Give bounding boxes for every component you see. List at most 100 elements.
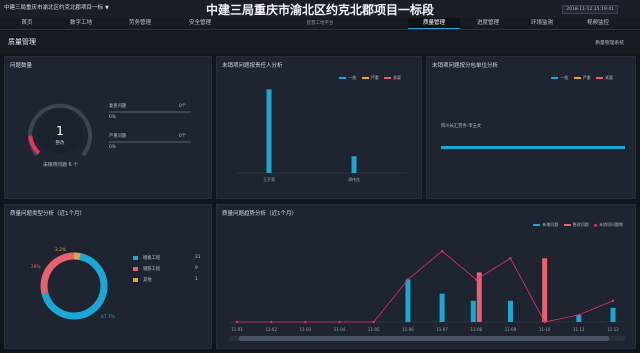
x-tick-label: 11-10 xyxy=(539,327,551,332)
donut-slice xyxy=(40,252,75,295)
gauge-value: 1 xyxy=(56,124,64,138)
unresolved-point xyxy=(577,313,581,317)
person-chart-panel: 未销项问题按责任人分析 一般 严重 紧要 王开荣 谭伟良 xyxy=(216,56,422,199)
unit-bar-fill xyxy=(441,146,625,149)
x-tick-label: 11-05 xyxy=(368,327,380,332)
person-bar-chart: 王开荣 谭伟良 xyxy=(237,89,407,182)
nav-item-progress[interactable]: 进度管理 xyxy=(462,18,514,29)
panel-title: 质量问题类型分析（近1个月） xyxy=(10,211,86,217)
new-issue-bar xyxy=(439,293,445,322)
serious-pct: 0% xyxy=(109,145,116,150)
unresolved-point xyxy=(475,278,478,281)
unresolved-point xyxy=(269,320,273,324)
trend-combo-chart: 11-01 11-02 11-03 11-04 11-05 11-06 11-07 11-08… xyxy=(229,249,625,332)
nav-item-quality[interactable]: 质量管理 xyxy=(408,18,460,29)
nav-item-safety[interactable]: 安全管理 xyxy=(170,18,230,29)
gauge-fill xyxy=(28,135,41,155)
x-tick-label: 11-12 xyxy=(607,327,619,332)
new-issue-bar xyxy=(405,279,411,322)
pct-label-formwork: 67.7% xyxy=(101,315,115,320)
x-tick-label: 11-07 xyxy=(436,327,448,332)
unresolved-point xyxy=(440,249,444,253)
new-issue-bar xyxy=(507,300,513,322)
nav-item-home[interactable]: 首页 xyxy=(2,18,52,29)
nav-item-labor[interactable]: 劳务管理 xyxy=(110,18,170,29)
gauge-label: 整改 xyxy=(56,139,65,146)
x-tick-label: 11-06 xyxy=(402,327,414,332)
unresolved-point xyxy=(304,320,307,324)
recheck-pct: 0% xyxy=(109,115,116,120)
unresolved-point xyxy=(372,320,375,324)
panel-title: 问题数量 xyxy=(10,63,33,69)
legend-swatch xyxy=(133,278,138,282)
pct-label-rebar: 29% xyxy=(31,265,41,270)
top-bar: 中建三局重庆市渝北区约克北郡项目一标 ▼ 中建三局重庆市渝北区约克北郡项目一标段 … xyxy=(0,0,640,18)
trend-chart-panel: 质量问题趋势分析（近1个月） 新增问题 整改问题 未销项问题数 11-01 11-… xyxy=(216,204,636,349)
x-tick-label: 11-01 xyxy=(231,327,243,332)
unresolved-point xyxy=(338,320,341,324)
x-tick-label: 11-03 xyxy=(300,327,312,332)
legend-label: 紧要 xyxy=(605,75,613,80)
platform-label: 智慧工地平台 xyxy=(306,21,334,26)
unresolved-point xyxy=(509,257,512,260)
panel-title: 未销项问题按分包单位分析 xyxy=(432,63,499,69)
legend-swatch xyxy=(573,77,581,79)
x-tick-label: 11-09 xyxy=(505,327,517,332)
legend-label: 严重 xyxy=(582,75,591,80)
unresolved-point xyxy=(406,278,410,281)
person-bar xyxy=(266,89,272,173)
legend-value: 1 xyxy=(195,277,198,282)
rectified-issue-bar xyxy=(476,272,482,322)
person-bar xyxy=(351,156,357,173)
unresolved-point xyxy=(543,320,546,324)
page-title: 质量管理 xyxy=(8,38,36,46)
page-subtitle: 质量管理系统 xyxy=(595,41,624,46)
recheck-count: 0个 xyxy=(179,104,187,109)
serious-bar xyxy=(109,141,191,143)
new-issue-bar xyxy=(610,307,616,322)
nav-item-digital-site[interactable]: 数字工地 xyxy=(52,18,110,29)
issue-gauge: 1 整改 xyxy=(28,103,92,157)
x-tick-label: 11-02 xyxy=(265,327,277,332)
issue-count-panel: 问题数量 1 整改 未销项问题 6 个 复查问题 0个 0% 严重问题 0个 0… xyxy=(4,56,212,199)
x-tick-label: 谭伟良 xyxy=(348,176,360,182)
recheck-label: 复查问题 xyxy=(109,104,127,109)
nav-item-environment[interactable]: 环境监测 xyxy=(516,18,568,29)
unresolved-point xyxy=(611,299,615,302)
legend-label: 钢筋工程 xyxy=(143,267,161,272)
nav-item-video[interactable]: 视频监控 xyxy=(570,18,626,29)
x-tick-label: 11-08 xyxy=(470,327,482,332)
donut-slice xyxy=(73,252,81,261)
legend-value: 9 xyxy=(195,266,198,271)
legend-label: 模板工程 xyxy=(143,256,161,261)
unresolved-line xyxy=(237,250,614,323)
unit-label: 四川长汇劳务-李玉文 xyxy=(441,124,482,129)
type-chart-panel: 质量问题类型分析（近1个月） 3.2% 29% 67.7% 模板工程 21 钢筋… xyxy=(4,204,212,349)
x-tick-label: 王开荣 xyxy=(263,176,275,182)
page-header: 质量管理 质量管理系统 xyxy=(0,31,640,53)
main-title: 中建三局重庆市渝北区约克北郡项目一标段 xyxy=(205,3,434,17)
chart-scrollbar[interactable] xyxy=(229,336,625,341)
main-nav: 首页 数字工地 劳务管理 安全管理 智慧工地平台 质量管理 进度管理 环境监测 … xyxy=(0,18,640,30)
x-tick-label: 11-11 xyxy=(573,327,585,332)
scrollbar-thumb[interactable] xyxy=(239,336,609,341)
legend-label: 一般 xyxy=(560,75,569,80)
unresolved-point xyxy=(235,320,239,324)
legend-value: 21 xyxy=(195,255,201,260)
serious-label: 严重问题 xyxy=(109,134,127,139)
legend-swatch xyxy=(551,77,559,79)
unit-bar-track xyxy=(441,146,625,149)
legend-swatch xyxy=(596,77,603,79)
recheck-bar xyxy=(109,111,191,113)
legend-swatch xyxy=(133,256,138,260)
unit-chart-panel: 未销项问题按分包单位分析 一般 严重 紧要 四川长汇劳务-李玉文 xyxy=(426,56,636,199)
serious-count: 0个 xyxy=(179,134,187,139)
x-tick-label: 11-04 xyxy=(334,327,346,332)
unit-legend: 一般 严重 紧要 xyxy=(547,75,613,81)
legend-swatch xyxy=(133,267,138,271)
pct-label-other: 3.2% xyxy=(55,248,66,253)
rectified-issue-bar xyxy=(542,258,548,322)
datetime-display: 2018-11-12 15:19:41 xyxy=(562,5,618,14)
new-issue-bar xyxy=(470,300,476,322)
legend-label: 其他 xyxy=(143,278,152,283)
